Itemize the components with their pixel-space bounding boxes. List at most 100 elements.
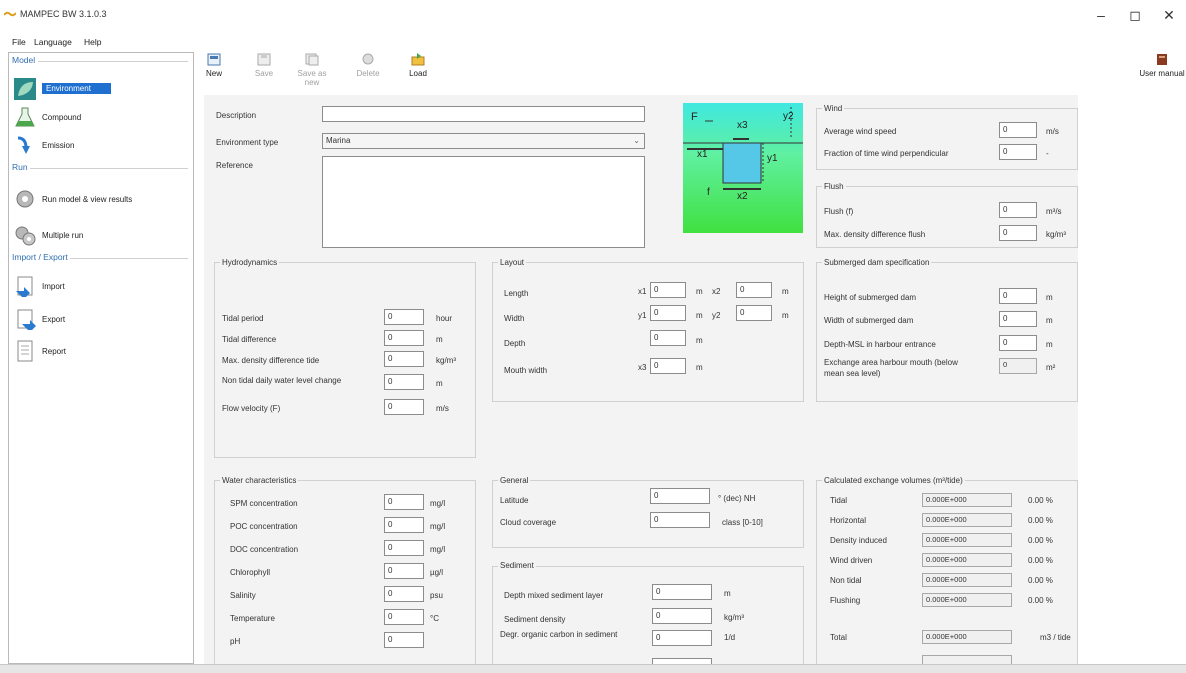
depth-msl-label: Depth-MSL in harbour entrance (824, 340, 936, 349)
exchange-tidal-pct: 0.00 % (1028, 496, 1053, 505)
mixed-layer-depth-input[interactable]: 0 (652, 584, 712, 600)
non-tidal-change-input[interactable]: 0 (384, 374, 424, 390)
dam-height-input[interactable]: 0 (999, 288, 1037, 304)
y1-input[interactable]: 0 (650, 305, 686, 321)
flush-density-label: Max. density difference flush (824, 230, 926, 239)
temperature-input[interactable]: 0 (384, 609, 424, 625)
poc-input[interactable]: 0 (384, 517, 424, 533)
save-button[interactable]: Save (242, 53, 286, 83)
app-logo-icon (4, 11, 16, 17)
sidebar-item-multiple-run[interactable]: Multiple run (12, 223, 192, 249)
doc-unit: mg/l (430, 545, 446, 554)
water-characteristics-title: Water characteristics (220, 476, 299, 485)
temperature-label: Temperature (230, 614, 275, 623)
multiple-gears-icon (15, 226, 36, 246)
latitude-label: Latitude (500, 496, 529, 505)
tidal-period-input[interactable]: 0 (384, 309, 424, 325)
y1-unit: m (696, 311, 703, 320)
tidal-difference-input[interactable]: 0 (384, 330, 424, 346)
menu-help[interactable]: Help (84, 37, 101, 47)
wind-fraction-unit: - (1046, 149, 1049, 158)
menu-file[interactable]: File (12, 37, 26, 47)
x2-unit: m (782, 287, 789, 296)
menu-language[interactable]: Language (34, 37, 72, 47)
description-input[interactable] (322, 106, 645, 122)
flow-velocity-input[interactable]: 0 (384, 399, 424, 415)
new-button[interactable]: New (192, 53, 236, 83)
minimize-button[interactable]: – (1084, 4, 1118, 26)
y2-input[interactable]: 0 (736, 305, 772, 321)
flush-density-input[interactable]: 0 (999, 225, 1037, 241)
sidebar-item-compound[interactable]: Compound (12, 105, 192, 131)
new-document-icon (207, 53, 221, 66)
y1-label: y1 (638, 311, 647, 320)
reference-textarea[interactable] (322, 156, 645, 248)
dam-width-input[interactable]: 0 (999, 311, 1037, 327)
close-button[interactable]: ✕ (1152, 4, 1186, 26)
poc-label: POC concentration (230, 522, 298, 531)
environment-type-select[interactable]: Marina ⌄ (322, 133, 645, 149)
title-bar: MAMPEC BW 3.1.0.3 – ◻ ✕ (0, 0, 1186, 34)
sidebar-item-environment[interactable]: Environment (12, 77, 192, 103)
exchange-wind-pct: 0.00 % (1028, 556, 1053, 565)
sidebar-item-report[interactable]: Report (12, 339, 192, 365)
sidebar-item-label: Export (42, 315, 66, 324)
group-divider (38, 61, 188, 62)
user-manual-label: User manual (1139, 69, 1185, 78)
export-icon (17, 309, 36, 330)
chlorophyll-unit: µg/l (430, 568, 444, 577)
load-button-label: Load (409, 69, 427, 78)
exchange-horizontal-label: Horizontal (830, 516, 867, 525)
load-button[interactable]: Load (396, 53, 440, 83)
wind-fraction-input[interactable]: 0 (999, 144, 1037, 160)
save-as-new-button[interactable]: Save as new (290, 53, 334, 87)
dam-height-label: Height of submerged dam (824, 293, 917, 302)
delete-icon (362, 53, 374, 65)
ph-input[interactable]: 0 (384, 632, 424, 648)
diagram-label-f: f (707, 187, 710, 198)
x2-input[interactable]: 0 (736, 282, 772, 298)
cloud-coverage-input[interactable]: 0 (650, 512, 710, 528)
status-strip (0, 664, 1186, 673)
exchange-total-unit: m3 / tide (1040, 633, 1071, 642)
submerged-dam-group-title: Submerged dam specification (822, 258, 932, 267)
sidebar-item-run-model[interactable]: Run model & view results (12, 187, 192, 213)
doc-input[interactable]: 0 (384, 540, 424, 556)
depth-msl-input[interactable]: 0 (999, 335, 1037, 351)
avg-wind-speed-input[interactable]: 0 (999, 122, 1037, 138)
depth-input[interactable]: 0 (650, 330, 686, 346)
x1-input[interactable]: 0 (650, 282, 686, 298)
user-manual-button[interactable]: User manual (1138, 53, 1186, 83)
dam-height-unit: m (1046, 293, 1053, 302)
flow-velocity-unit: m/s (436, 404, 449, 413)
y2-label: y2 (712, 311, 721, 320)
tidal-period-unit: hour (436, 314, 453, 323)
exchange-horizontal-value: 0.000E+000 (922, 513, 1012, 527)
sidebar-item-emission[interactable]: Emission (12, 133, 192, 159)
spm-input[interactable]: 0 (384, 494, 424, 510)
width-label: Width (504, 314, 525, 323)
delete-button[interactable]: Delete (346, 53, 390, 83)
avg-wind-speed-label: Average wind speed (824, 127, 897, 136)
latitude-input[interactable]: 0 (650, 488, 710, 504)
chlorophyll-label: Chlorophyll (230, 568, 271, 577)
diagram-label-x2: x2 (737, 191, 748, 202)
sidebar-item-import[interactable]: Import (12, 274, 192, 300)
chlorophyll-input[interactable]: 0 (384, 563, 424, 579)
flush-input[interactable]: 0 (999, 202, 1037, 218)
x3-input[interactable]: 0 (650, 358, 686, 374)
diagram-label-y2: y2 (783, 111, 794, 122)
exchange-flushing-label: Flushing (830, 596, 861, 605)
sidebar-item-export[interactable]: Export (12, 307, 192, 333)
new-button-label: New (205, 69, 222, 78)
sidebar-item-label: Emission (42, 141, 75, 150)
degr-organic-carbon-input[interactable]: 0 (652, 630, 712, 646)
maximize-button[interactable]: ◻ (1118, 4, 1152, 26)
exchange-area-label-1: Exchange area harbour mouth (below (824, 358, 958, 367)
flush-unit: m³/s (1046, 207, 1062, 216)
sediment-density-input[interactable]: 0 (652, 608, 712, 624)
reference-label: Reference (216, 161, 253, 170)
max-density-tide-input[interactable]: 0 (384, 351, 424, 367)
poc-unit: mg/l (430, 522, 446, 531)
salinity-input[interactable]: 0 (384, 586, 424, 602)
